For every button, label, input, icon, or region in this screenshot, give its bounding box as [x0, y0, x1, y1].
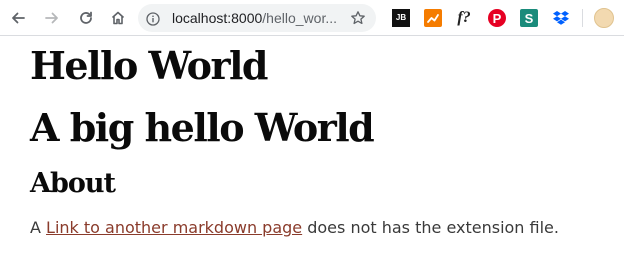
paragraph-text-after: does not has the extension file. [302, 218, 559, 237]
pinterest-icon[interactable]: P [488, 9, 506, 27]
site-info-icon[interactable] [146, 11, 160, 30]
reload-icon [80, 11, 92, 24]
whatfont-icon[interactable]: f? [455, 9, 473, 27]
pinterest-label: P [492, 10, 502, 26]
analytics-icon[interactable] [424, 9, 442, 27]
url-host: localhost:8000 [172, 10, 263, 26]
bookmark-star-icon[interactable] [350, 10, 366, 30]
about-paragraph: A Link to another markdown page does not… [30, 216, 559, 240]
heading-big-hello-world: A big hello World [30, 105, 375, 150]
url-text: localhost:8000/hello_wor... [172, 10, 337, 26]
s-extension-icon[interactable]: S [520, 9, 538, 27]
jetbrains-label: JB [395, 13, 407, 22]
home-button[interactable] [106, 6, 130, 30]
url-path: /hello_wor... [262, 10, 338, 26]
s-extension-label: S [524, 10, 534, 26]
address-bar[interactable]: localhost:8000/hello_wor... [138, 4, 376, 32]
reload-button[interactable] [74, 6, 98, 30]
toolbar-divider [582, 9, 583, 27]
forward-button[interactable] [40, 6, 64, 30]
browser-toolbar: localhost:8000/hello_wor... JB f? P S [0, 0, 624, 36]
heading-about: About [30, 168, 116, 199]
paragraph-text-before: A [30, 218, 47, 237]
jetbrains-icon[interactable]: JB [392, 9, 410, 27]
home-icon [111, 11, 125, 25]
markdown-page-link[interactable]: Link to another markdown page [46, 218, 302, 237]
heading-hello-world: Hello World [30, 43, 268, 88]
whatfont-label: f? [457, 9, 471, 26]
back-button[interactable] [6, 6, 30, 30]
dropbox-icon[interactable] [552, 9, 570, 27]
profile-avatar[interactable] [594, 8, 614, 28]
back-arrow-icon [12, 12, 25, 24]
forward-arrow-icon [45, 12, 58, 24]
